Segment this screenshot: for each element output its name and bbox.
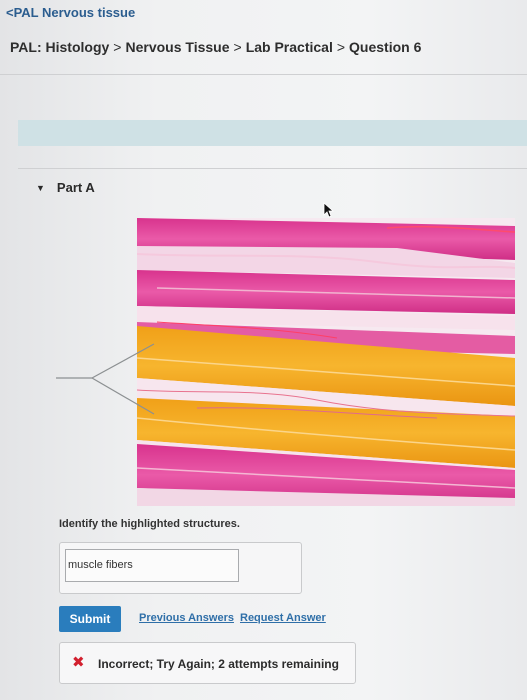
histology-micrograph [137, 218, 515, 506]
request-answer-link[interactable]: Request Answer [240, 612, 326, 624]
divider [18, 168, 527, 169]
leader-line-pointer [56, 343, 155, 415]
breadcrumb: PAL: Histology > Nervous Tissue > Lab Practi… [10, 39, 421, 55]
breadcrumb-item-nervous-tissue[interactable]: Nervous Tissue [125, 39, 229, 55]
divider [0, 74, 527, 75]
answer-container: muscle fibers [59, 542, 302, 594]
question-prompt: Identify the highlighted structures. [59, 518, 240, 530]
submit-button[interactable]: Submit [59, 606, 121, 632]
micrograph-muscle-tissue-icon [137, 218, 515, 506]
caret-down-icon: ▼ [36, 183, 45, 193]
breadcrumb-separator: > [233, 39, 242, 55]
breadcrumb-item-lab-practical[interactable]: Lab Practical [246, 39, 333, 55]
part-label: Part A [56, 180, 95, 195]
breadcrumb-item-histology[interactable]: PAL: Histology [10, 39, 109, 55]
back-link-pal-nervous-tissue[interactable]: <PAL Nervous tissue [6, 5, 135, 20]
mouse-cursor-icon [323, 202, 335, 218]
x-mark-icon: ✖ [72, 654, 85, 671]
feedback-message-box: ✖ Incorrect; Try Again; 2 attempts remai… [59, 642, 356, 684]
previous-answers-link[interactable]: Previous Answers [139, 612, 234, 624]
feedback-text: Incorrect; Try Again; 2 attempts remaini… [98, 657, 339, 671]
breadcrumb-separator: > [336, 39, 346, 55]
part-a-toggle[interactable]: ▼ Part A [36, 180, 95, 195]
info-bar [18, 120, 527, 146]
breadcrumb-item-question: Question 6 [349, 39, 422, 55]
breadcrumb-separator: > [113, 39, 122, 55]
answer-input[interactable]: muscle fibers [65, 549, 239, 582]
pal-question-page: <PAL Nervous tissue PAL: Histology > Nervo… [0, 0, 527, 700]
